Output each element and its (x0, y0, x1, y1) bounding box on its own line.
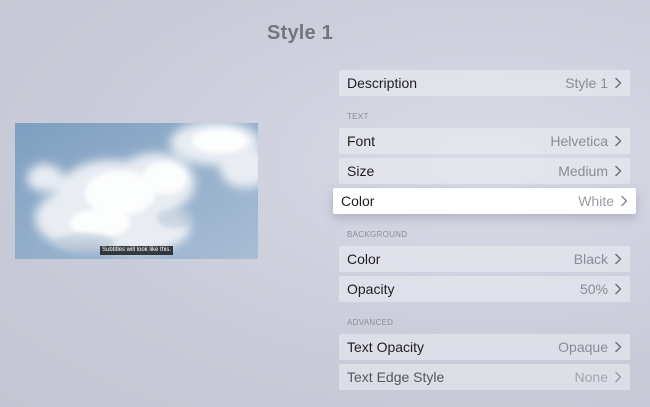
text-color-value: White (578, 193, 614, 209)
text-edge-style-row[interactable]: Text Edge Style None (339, 364, 630, 390)
background-section-header: BACKGROUND (347, 230, 408, 239)
size-label: Size (347, 163, 375, 179)
background-opacity-value: 50% (579, 281, 608, 297)
description-row[interactable]: Description Style 1 (339, 70, 630, 96)
subtitle-sample-text: Subtitles will look like this. (99, 246, 174, 255)
advanced-section-header: ADVANCED (347, 318, 394, 327)
settings-list: Description Style 1 TEXT Font Helvetica … (333, 70, 636, 394)
subtitle-preview: Subtitles will look like this. (15, 123, 258, 259)
chevron-right-icon (615, 283, 622, 295)
description-label: Description (347, 75, 418, 91)
size-value: Medium (558, 163, 608, 179)
chevron-right-icon (615, 253, 622, 265)
subtitle-sample: Subtitles will look like this. (15, 238, 258, 256)
page-title: Style 1 (267, 22, 333, 44)
background-opacity-row[interactable]: Opacity 50% (339, 276, 630, 302)
text-opacity-value: Opaque (558, 339, 608, 355)
text-color-label: Color (341, 193, 375, 209)
chevron-right-icon (615, 341, 622, 353)
background-color-row[interactable]: Color Black (339, 246, 630, 272)
text-color-row[interactable]: Color White (333, 188, 636, 214)
background-opacity-label: Opacity (347, 281, 395, 297)
font-value: Helvetica (550, 133, 608, 149)
font-row[interactable]: Font Helvetica (339, 128, 630, 154)
chevron-right-icon (621, 195, 628, 207)
background-color-label: Color (347, 251, 381, 267)
chevron-right-icon (615, 165, 622, 177)
size-row[interactable]: Size Medium (339, 158, 630, 184)
text-edge-style-value: None (574, 369, 608, 385)
text-edge-style-label: Text Edge Style (347, 369, 445, 385)
text-opacity-row[interactable]: Text Opacity Opaque (339, 334, 630, 360)
chevron-right-icon (615, 371, 622, 383)
chevron-right-icon (615, 77, 622, 89)
description-value: Style 1 (565, 75, 608, 91)
font-label: Font (347, 133, 376, 149)
chevron-right-icon (615, 135, 622, 147)
text-section-header: TEXT (347, 112, 369, 121)
background-color-value: Black (573, 251, 608, 267)
text-opacity-label: Text Opacity (347, 339, 425, 355)
